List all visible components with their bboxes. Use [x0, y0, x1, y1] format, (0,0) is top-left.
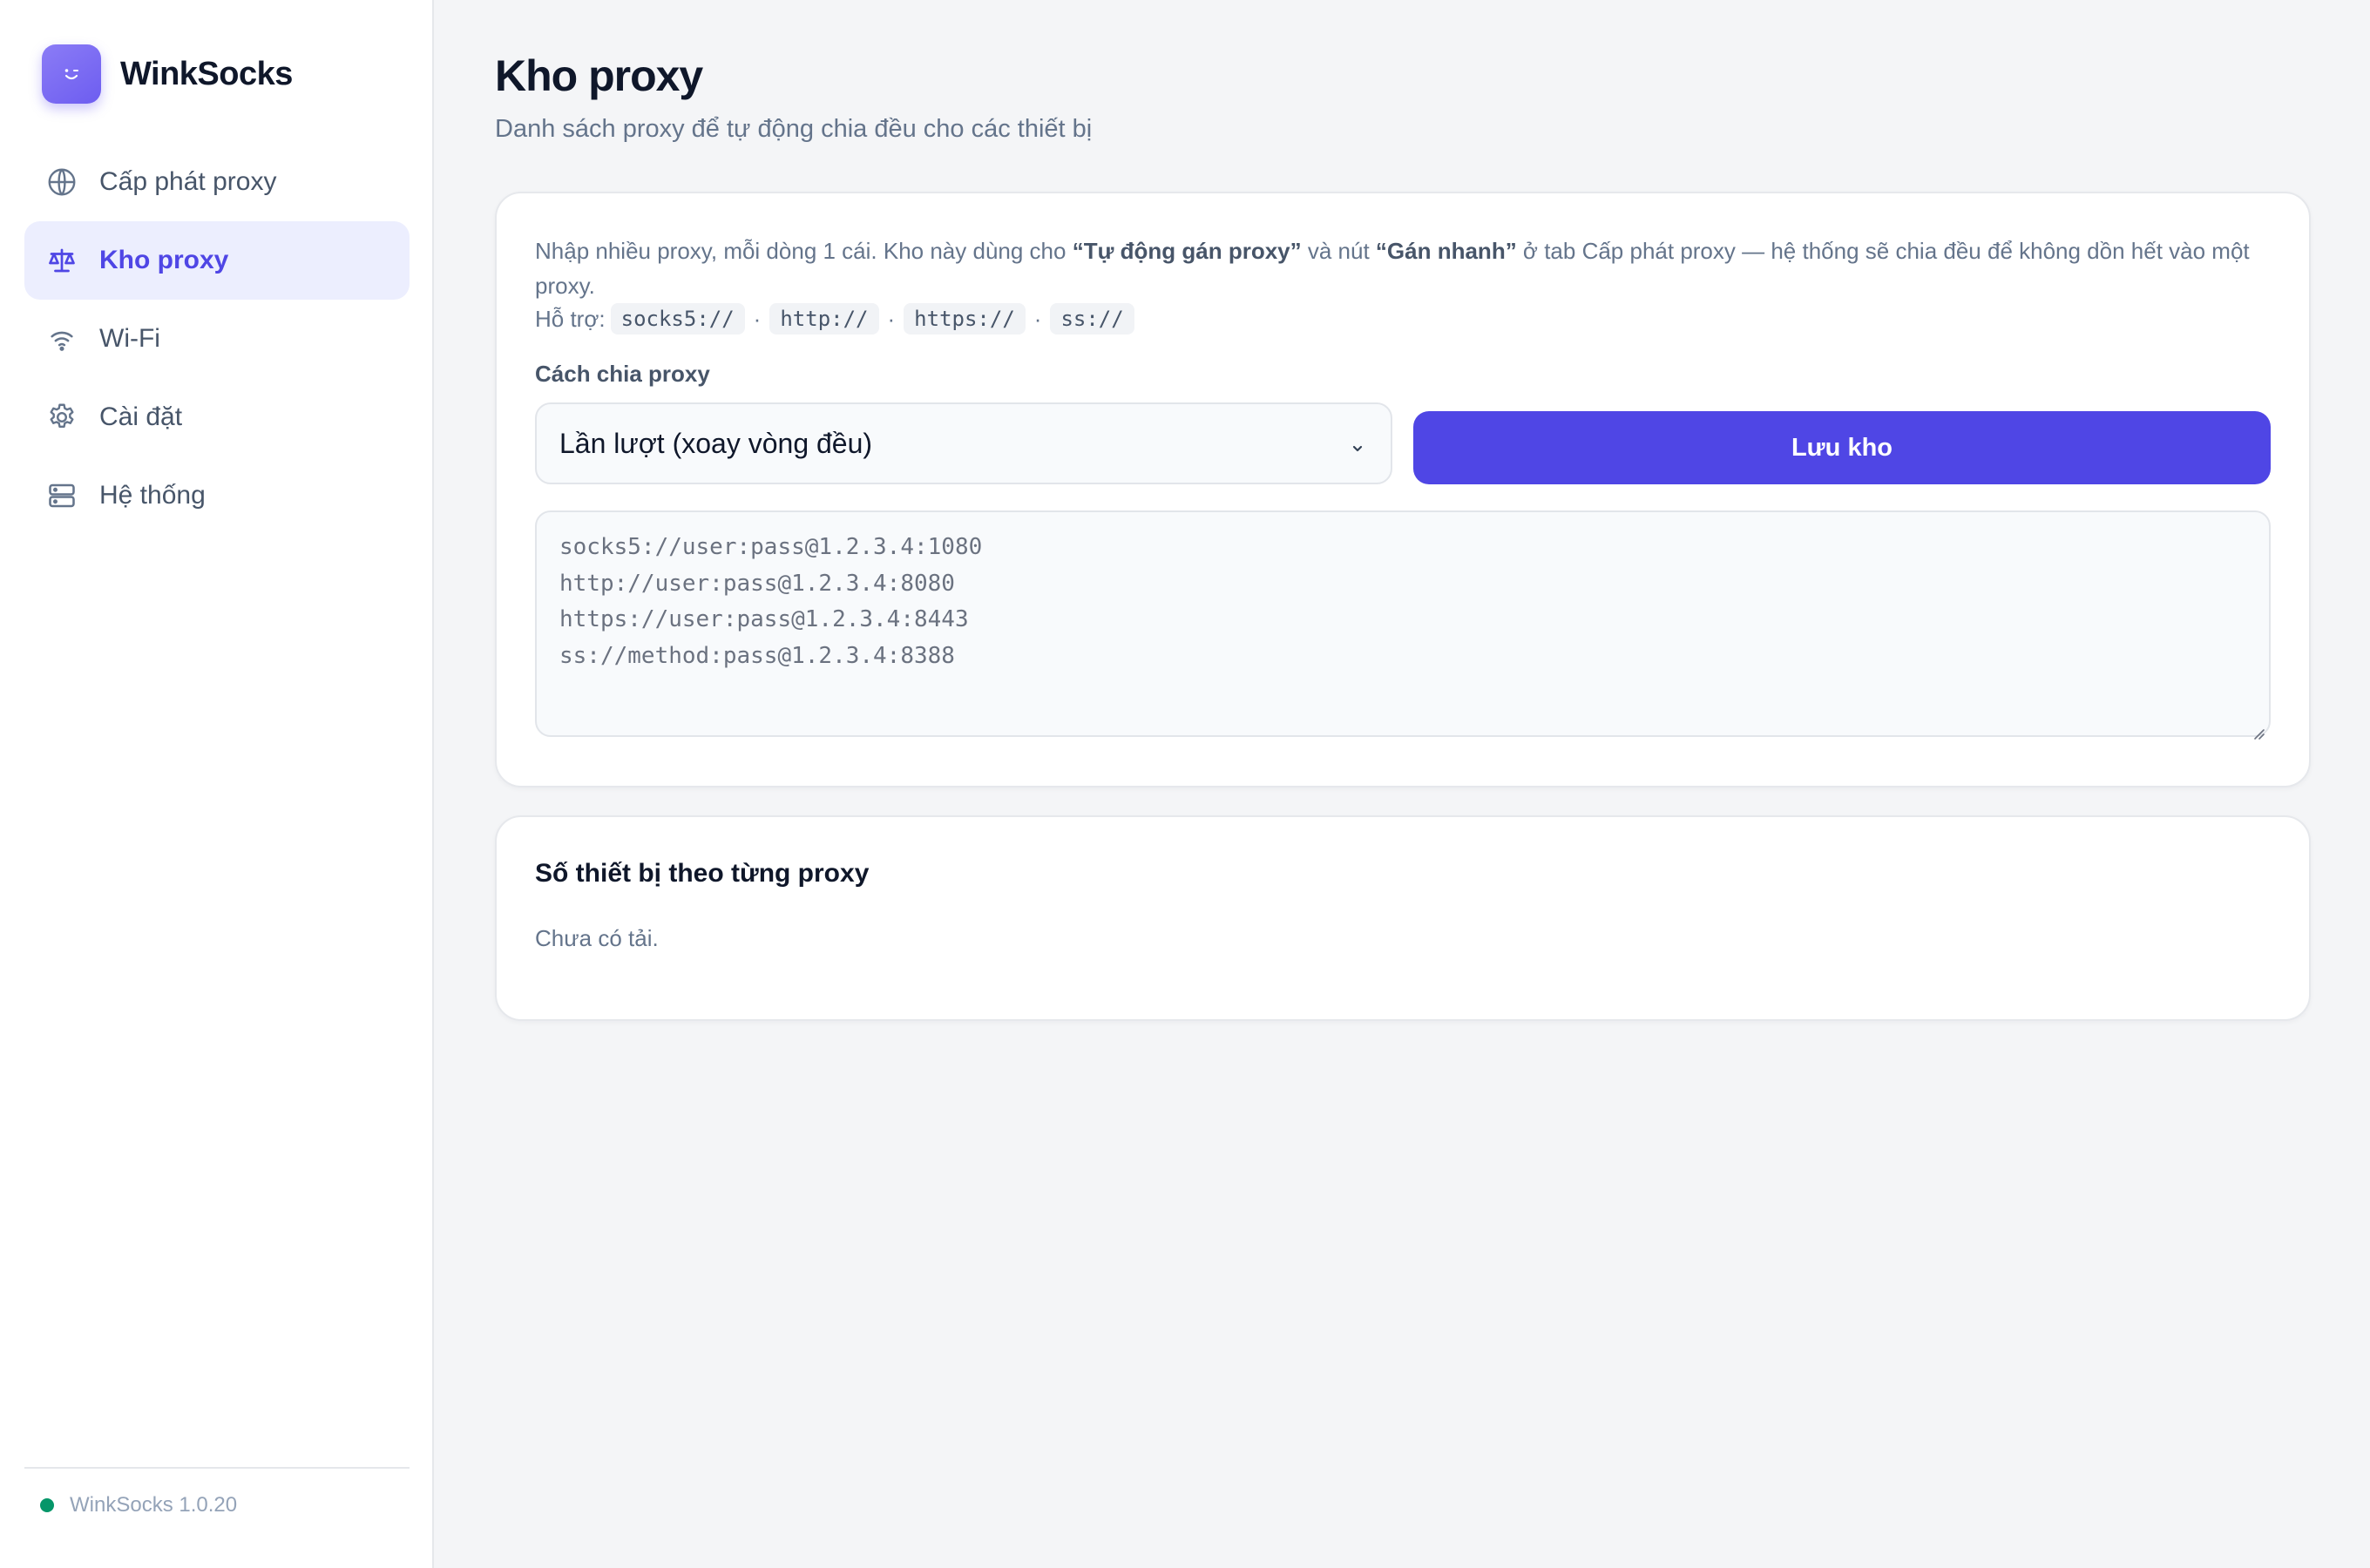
wifi-icon	[45, 322, 78, 355]
chevron-down-icon	[1347, 434, 1368, 455]
proxy-pool-card: Nhập nhiều proxy, mỗi dòng 1 cái. Kho nà…	[495, 192, 2311, 787]
sidebar-item-label: Kho proxy	[99, 246, 229, 274]
device-load-card: Số thiết bị theo từng proxy Chưa có tải.	[495, 815, 2311, 1021]
page-subtitle: Danh sách proxy để tự động chia đều cho …	[495, 115, 1093, 143]
supported-protocols: Hỗ trợ: socks5:// · http:// · https:// ·…	[535, 301, 1140, 336]
version-footer: WinkSocks 1.0.20	[24, 1467, 410, 1517]
strategy-select[interactable]: Lần lượt (xoay vòng đều)	[535, 402, 1392, 484]
intro-text-part: Nhập nhiều proxy, mỗi dòng 1 cái. Kho nà…	[535, 238, 1073, 264]
sidebar-nav: Cấp phát proxy Kho proxy Wi-Fi Cài đặt H…	[24, 143, 410, 535]
protocol-chip: http://	[769, 303, 879, 335]
proxy-line: ss://method:pass@1.2.3.4:8388	[559, 642, 955, 669]
protocol-chip: https://	[904, 303, 1026, 335]
intro-text-part: và nút	[1301, 238, 1376, 264]
sidebar-item-label: Wi-Fi	[99, 324, 160, 353]
brand-name: WinkSocks	[120, 55, 293, 92]
strategy-selected-value: Lần lượt (xoay vòng đều)	[559, 427, 873, 459]
protocol-chip: socks5://	[610, 303, 745, 335]
version-label: WinkSocks 1.0.20	[70, 1493, 238, 1517]
scale-icon	[45, 244, 78, 277]
globe-icon	[45, 166, 78, 199]
sidebar: WinkSocks Cấp phát proxy Kho proxy Wi-Fi…	[0, 0, 434, 1568]
intro-bold-quick-assign: “Gán nhanh”	[1375, 238, 1517, 264]
proxy-line: socks5://user:pass@1.2.3.4:1080	[559, 534, 983, 560]
separator: ·	[1033, 305, 1042, 332]
proxy-line: http://user:pass@1.2.3.4:8080	[559, 570, 955, 597]
intro-bold-auto-assign: “Tự động gán proxy”	[1072, 238, 1302, 264]
device-load-empty: Chưa có tải.	[535, 925, 659, 951]
gear-icon	[45, 401, 78, 434]
wink-face-icon	[42, 44, 101, 104]
sidebar-item-wifi[interactable]: Wi-Fi	[24, 300, 410, 378]
sidebar-item-kho-proxy[interactable]: Kho proxy	[24, 221, 410, 300]
resize-handle-icon[interactable]	[2250, 716, 2265, 740]
pool-intro-text: Nhập nhiều proxy, mỗi dòng 1 cái. Kho nà…	[535, 233, 2274, 303]
sidebar-item-he-thong[interactable]: Hệ thống	[24, 456, 410, 535]
separator: ·	[753, 305, 762, 332]
sidebar-item-label: Hệ thống	[99, 481, 206, 510]
sidebar-item-label: Cấp phát proxy	[99, 167, 277, 196]
server-icon	[45, 479, 78, 512]
strategy-label: Cách chia proxy	[535, 361, 710, 387]
protocol-chip: ss://	[1050, 303, 1134, 335]
device-load-title: Số thiết bị theo từng proxy	[535, 859, 870, 888]
status-dot	[40, 1498, 54, 1512]
brand[interactable]: WinkSocks	[42, 44, 293, 105]
proxy-line: https://user:pass@1.2.3.4:8443	[559, 606, 969, 632]
separator: ·	[887, 305, 896, 332]
page-title: Kho proxy	[495, 51, 703, 100]
sidebar-item-cai-dat[interactable]: Cài đặt	[24, 378, 410, 456]
sidebar-item-cap-phat-proxy[interactable]: Cấp phát proxy	[24, 143, 410, 221]
save-pool-button[interactable]: Lưu kho	[1413, 411, 2271, 484]
support-label: Hỗ trợ:	[535, 305, 606, 332]
sidebar-item-label: Cài đặt	[99, 402, 183, 431]
proxy-list-textarea[interactable]: socks5://user:pass@1.2.3.4:1080 http://u…	[535, 510, 2271, 740]
